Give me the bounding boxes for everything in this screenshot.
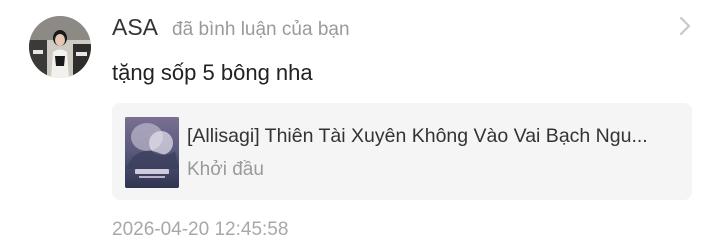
comment-text: tặng sốp 5 bông nha bbox=[112, 60, 313, 85]
book-title: [Allisagi] Thiên Tài Xuyên Không Vào Vai… bbox=[187, 125, 648, 147]
user-avatar[interactable] bbox=[29, 16, 91, 78]
username[interactable]: ASA bbox=[112, 14, 158, 41]
book-card[interactable]: [Allisagi] Thiên Tài Xuyên Không Vào Vai… bbox=[112, 103, 692, 200]
book-cover-image bbox=[125, 117, 179, 188]
book-status: Khởi đầu bbox=[187, 159, 264, 180]
comment-notification[interactable]: ASA đã bình luận của bạn tặng sốp 5 bông… bbox=[0, 0, 719, 250]
notification-header: ASA đã bình luận của bạn bbox=[112, 14, 350, 44]
chevron-right-icon[interactable] bbox=[672, 14, 696, 38]
avatar-photo-icon bbox=[29, 16, 91, 78]
action-text: đã bình luận của bạn bbox=[172, 19, 350, 40]
timestamp: 2026-04-20 12:45:58 bbox=[112, 219, 289, 240]
